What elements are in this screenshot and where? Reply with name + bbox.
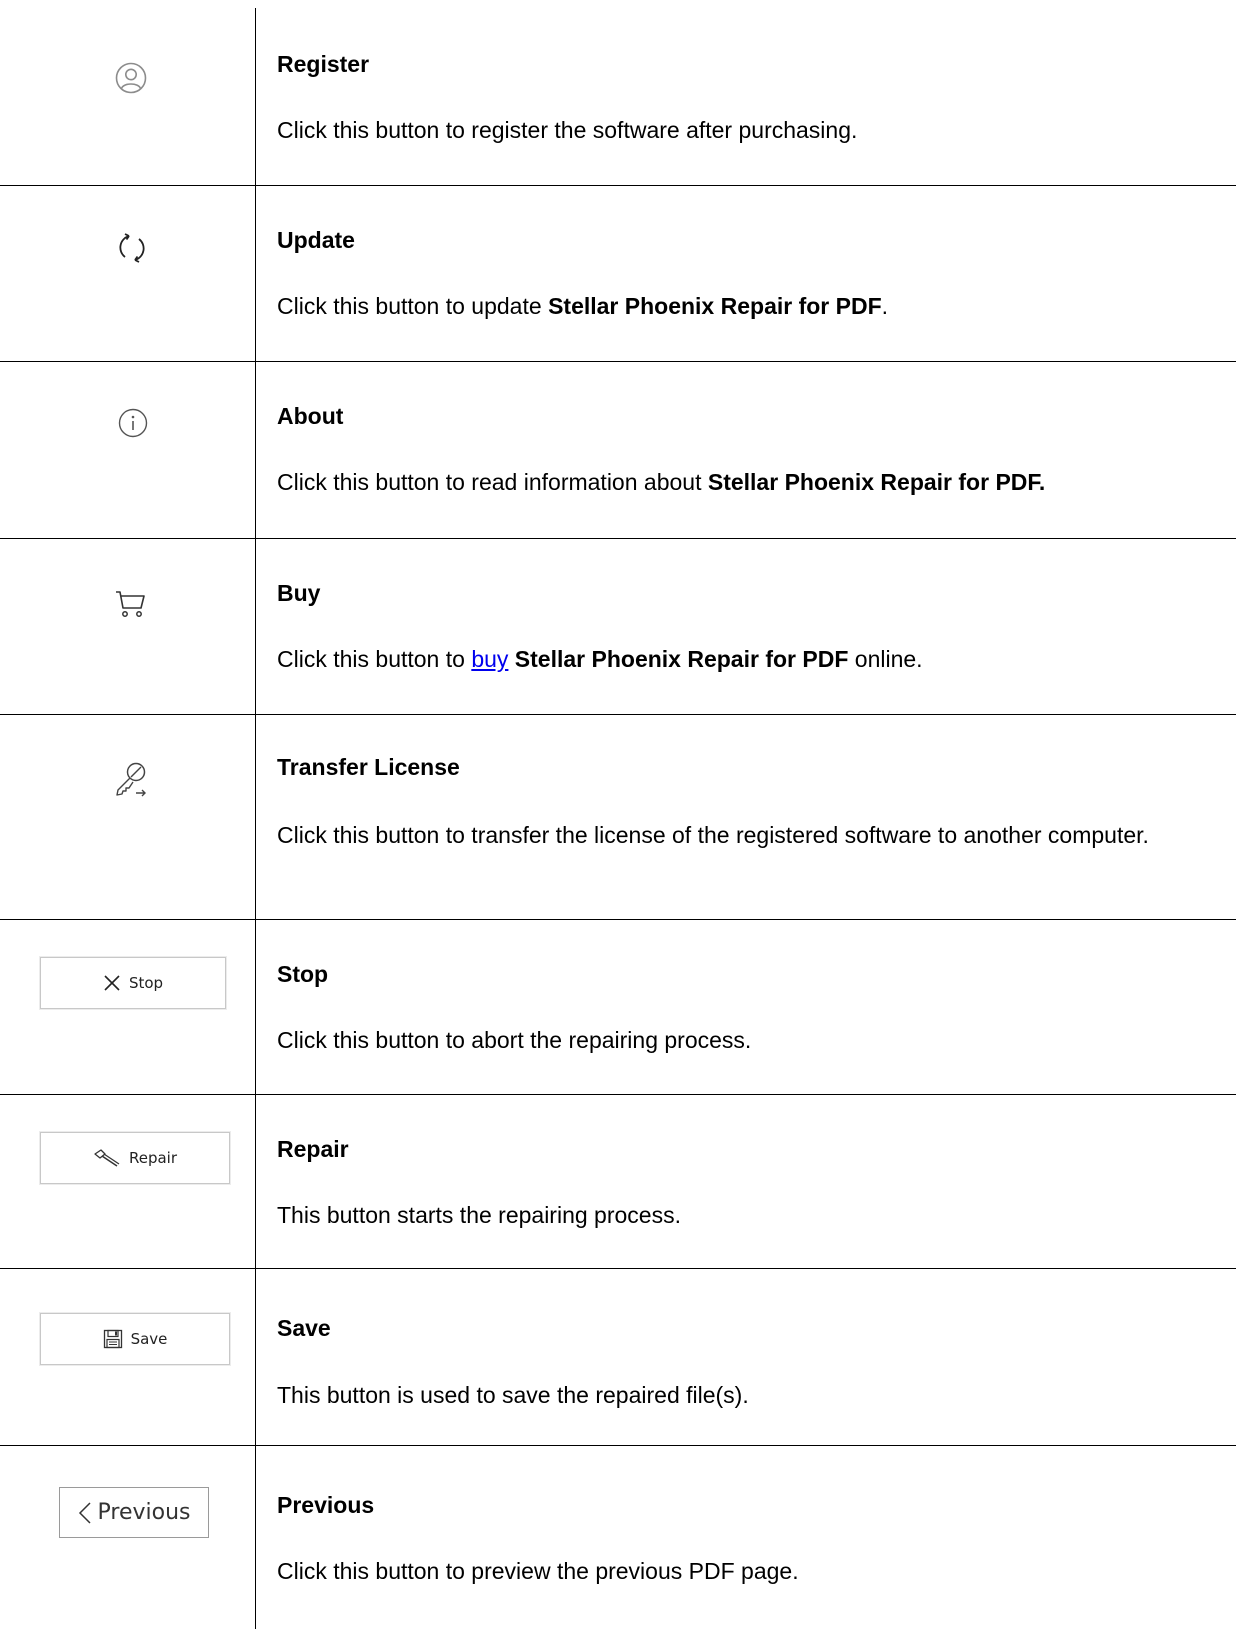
save-button-label: Save — [130, 1330, 168, 1348]
table-row: Buy Click this button to buy Stellar Pho… — [0, 539, 1236, 714]
row-description: This button is used to save the repaired… — [277, 1382, 749, 1408]
row-description: This button starts the repairing process… — [277, 1202, 681, 1228]
row-title: Update — [277, 227, 355, 253]
row-title: Repair — [277, 1136, 349, 1162]
row-title: Buy — [277, 580, 321, 606]
previous-button-label: Previous — [97, 1500, 191, 1525]
repair-button-label: Repair — [128, 1149, 178, 1167]
stop-button[interactable]: Stop — [40, 957, 226, 1009]
row-description: Click this button to transfer the licens… — [277, 822, 1149, 848]
table-row: Transfer License Click this button to tr… — [0, 715, 1236, 919]
row-title: Stop — [277, 961, 329, 987]
floppy-disk-icon — [103, 1329, 122, 1349]
previous-button[interactable]: Previous — [59, 1487, 209, 1538]
row-title: Register — [277, 51, 370, 77]
row-description: Click this button to preview the previou… — [277, 1558, 799, 1584]
table-row: About Click this button to read informat… — [0, 362, 1236, 538]
table-row: Save Save This button is used to save th… — [0, 1269, 1236, 1445]
save-button[interactable]: Save — [40, 1313, 230, 1365]
table-row: Repair Repair This button starts the rep… — [0, 1095, 1236, 1268]
refresh-icon — [119, 233, 145, 263]
table-row: Previous Previous Click this button to p… — [0, 1446, 1236, 1629]
repair-button[interactable]: Repair — [40, 1132, 230, 1184]
user-circle-icon — [115, 62, 147, 94]
row-title: Save — [277, 1315, 331, 1341]
cart-icon — [116, 591, 145, 617]
hammer-icon — [94, 1149, 120, 1167]
table-row: Update Click this button to update Stell… — [0, 186, 1236, 360]
chevron-left-icon — [78, 1501, 91, 1524]
buy-link[interactable]: buy — [471, 646, 508, 672]
row-description: Click this button to buy Stellar Phoenix… — [277, 646, 923, 672]
table-row: Stop Stop Click this button to abort the… — [0, 920, 1236, 1094]
row-description: Click this button to update Stellar Phoe… — [277, 293, 889, 319]
table-row: Register Click this button to register t… — [0, 0, 1236, 185]
row-title: Previous — [277, 1492, 375, 1518]
row-description: Click this button to read information ab… — [277, 469, 1046, 495]
row-title: Transfer License — [277, 754, 460, 780]
close-icon — [104, 975, 120, 991]
key-transfer-icon — [116, 762, 146, 797]
stop-button-label: Stop — [128, 974, 164, 992]
row-title: About — [277, 403, 344, 429]
row-description: Click this button to register the softwa… — [277, 117, 858, 143]
info-icon — [118, 408, 148, 438]
row-description: Click this button to abort the repairing… — [277, 1027, 752, 1053]
